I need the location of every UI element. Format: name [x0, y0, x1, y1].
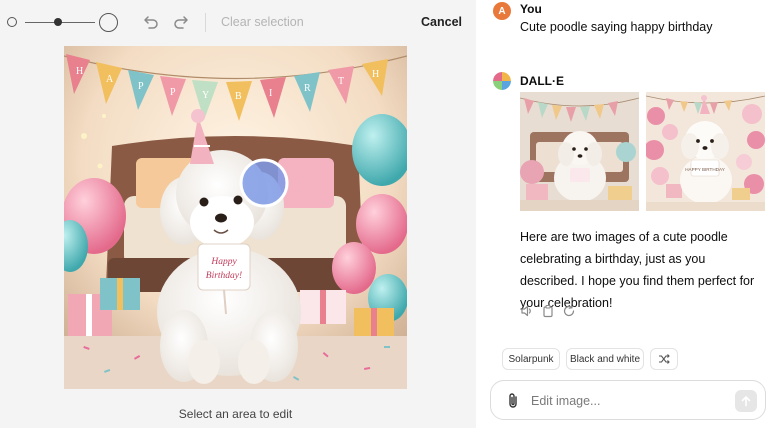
- read-aloud-button[interactable]: [520, 304, 534, 318]
- bunting-letter: Y: [202, 90, 209, 101]
- thumb-sign-text: HAPPY BIRTHDAY: [685, 167, 725, 172]
- redo-button[interactable]: [172, 13, 190, 31]
- bunting-letter: I: [269, 88, 272, 99]
- assistant-reply: Here are two images of a cute poodle cel…: [520, 230, 755, 310]
- brush-size-slider-thumb[interactable]: [54, 18, 62, 26]
- bunting-letter: B: [235, 91, 242, 102]
- regenerate-button[interactable]: [562, 304, 576, 318]
- selection-brush-cursor[interactable]: [239, 158, 289, 208]
- poodle-birthday-image[interactable]: H A P P Y B I R T H Happy Birthday!: [64, 46, 407, 389]
- arrow-up-icon: [741, 396, 751, 407]
- shuffle-suggestions-button[interactable]: [650, 348, 678, 370]
- bunting-letter: P: [170, 87, 176, 98]
- sign-text-line2: Birthday!: [206, 271, 242, 281]
- redo-icon: [174, 16, 188, 29]
- speaker-icon: [521, 305, 531, 317]
- edit-canvas-image[interactable]: H A P P Y B I R T H Happy Birthday!: [64, 46, 407, 389]
- chat-pane: A You Cute poodle saying happy birthday …: [476, 0, 768, 428]
- suggestion-chip-black-and-white[interactable]: Black and white: [566, 348, 644, 370]
- image-editor-pane: Clear selection Cancel H A P P Y B I R T…: [0, 0, 476, 428]
- editor-instruction: Select an area to edit: [178, 407, 293, 421]
- toolbar-divider: [205, 13, 206, 32]
- regenerate-icon: [563, 304, 575, 317]
- paperclip-icon: [509, 393, 517, 408]
- undo-icon: [144, 16, 158, 29]
- attach-button[interactable]: [505, 392, 521, 410]
- user-avatar: A: [493, 2, 511, 20]
- bunting-letter: H: [372, 69, 379, 80]
- user-message: Cute poodle saying happy birthday: [520, 20, 713, 34]
- sign-text-line1: Happy: [210, 257, 237, 267]
- shuffle-icon: [659, 354, 670, 364]
- cancel-button[interactable]: Cancel: [421, 15, 462, 29]
- undo-button[interactable]: [142, 13, 160, 31]
- copy-icon: [543, 304, 553, 318]
- small-brush-icon[interactable]: [7, 17, 17, 27]
- large-brush-icon[interactable]: [99, 13, 118, 32]
- bunting-letter: H: [76, 66, 83, 77]
- generated-image-2[interactable]: HAPPY BIRTHDAY: [646, 92, 765, 211]
- bunting-letter: R: [304, 83, 311, 94]
- bunting-letter: A: [106, 74, 114, 85]
- clear-selection-button[interactable]: Clear selection: [221, 15, 304, 29]
- dalle-avatar-icon: [493, 72, 511, 90]
- copy-button[interactable]: [541, 304, 555, 318]
- bunting-letter: T: [338, 76, 344, 87]
- edit-image-input[interactable]: [531, 390, 721, 412]
- edit-image-composer: [490, 380, 766, 420]
- user-name: You: [520, 2, 542, 16]
- assistant-name: DALL·E: [520, 74, 564, 88]
- generated-image-1[interactable]: [520, 92, 639, 211]
- suggestion-chip-solarpunk[interactable]: Solarpunk: [502, 348, 560, 370]
- send-button[interactable]: [735, 390, 757, 412]
- bunting-letter: P: [138, 81, 144, 92]
- editor-toolbar: Clear selection Cancel: [0, 0, 476, 44]
